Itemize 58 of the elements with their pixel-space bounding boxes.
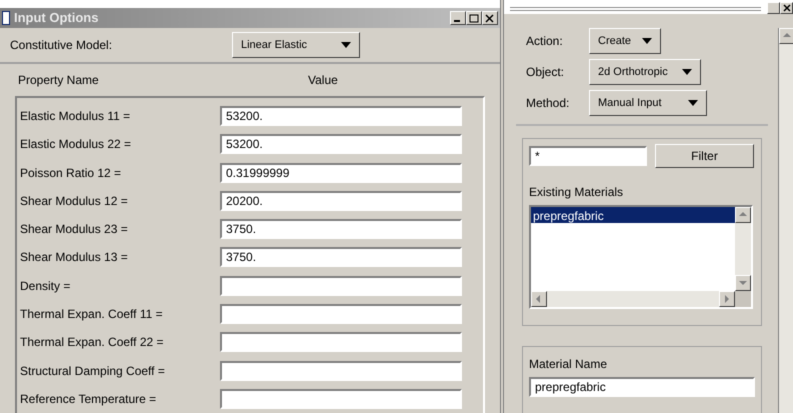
input-field[interactable]: [220, 304, 462, 324]
dropdown[interactable]: Create: [589, 28, 661, 54]
input-field[interactable]: 53200.: [220, 134, 462, 154]
property-label: Shear Modulus 23 =: [19, 221, 129, 238]
field-label: Object:: [526, 64, 566, 81]
property-label: Poisson Ratio 12 =: [19, 164, 122, 182]
input-field[interactable]: prepregfabric: [529, 377, 755, 397]
input-field[interactable]: [220, 388, 462, 409]
scrollbar[interactable]: [531, 291, 735, 307]
dropdown[interactable]: 2d Orthotropic: [589, 59, 701, 85]
property-label: Thermal Expan. Coeff 22 =: [19, 334, 165, 352]
scroll-arrow-button[interactable]: [719, 291, 735, 307]
window-title: Input Options: [14, 9, 100, 28]
dropdown[interactable]: Manual Input: [589, 90, 707, 116]
field-label: Material Name: [529, 356, 608, 373]
input-field[interactable]: 20200.: [220, 190, 462, 211]
property-label: Density =: [19, 278, 72, 295]
input-field[interactable]: 0.31999999: [220, 162, 462, 183]
property-label: Elastic Modulus 22 =: [19, 136, 132, 154]
input-field[interactable]: 53200.: [220, 106, 462, 126]
caret-icon: [682, 69, 692, 75]
input-field[interactable]: [220, 332, 462, 352]
maximize-icon[interactable]: [767, 2, 780, 14]
scrollbar-corner: [735, 291, 751, 307]
close-icon[interactable]: [780, 2, 793, 14]
field-label: Constitutive Model:: [10, 37, 114, 54]
property-label: Reference Temperature =: [19, 390, 158, 408]
input-field[interactable]: [220, 276, 462, 296]
property-label: Elastic Modulus 11 =: [19, 108, 132, 125]
property-label: Thermal Expan. Coeff 11 =: [19, 306, 164, 324]
scroll-arrow-button[interactable]: [735, 207, 751, 223]
field-label: Action:: [526, 33, 564, 50]
caret-icon: [341, 42, 351, 48]
maximize-icon[interactable]: [466, 11, 482, 25]
list-label: Existing Materials: [529, 184, 624, 201]
scroll-arrow-button[interactable]: [779, 28, 793, 44]
property-label: Shear Modulus 13 =: [19, 249, 129, 266]
filter-button[interactable]: Filter: [655, 144, 754, 168]
input-field[interactable]: 3750.: [220, 219, 462, 240]
input-field[interactable]: 3750.: [220, 247, 462, 268]
window-icon: [2, 11, 10, 25]
input-field[interactable]: [220, 360, 462, 381]
field-label: Method:: [526, 95, 570, 112]
scrollbar[interactable]: [735, 207, 751, 291]
scroll-arrow-button[interactable]: [735, 275, 751, 291]
dropdown[interactable]: Linear Elastic: [232, 32, 360, 58]
scroll-arrow-button[interactable]: [531, 291, 547, 307]
caret-icon: [688, 100, 698, 106]
minimize-icon[interactable]: [450, 11, 466, 25]
close-icon[interactable]: [482, 11, 498, 25]
input-field[interactable]: *: [529, 146, 647, 166]
column-header: Property Name: [18, 72, 100, 89]
caret-icon: [642, 38, 652, 44]
column-header: Value: [308, 72, 338, 89]
scrollbar[interactable]: [778, 28, 793, 413]
property-label: Structural Damping Coeff =: [19, 362, 166, 380]
property-label: Shear Modulus 12 =: [19, 192, 129, 210]
list-item[interactable]: prepregfabric: [531, 207, 735, 223]
